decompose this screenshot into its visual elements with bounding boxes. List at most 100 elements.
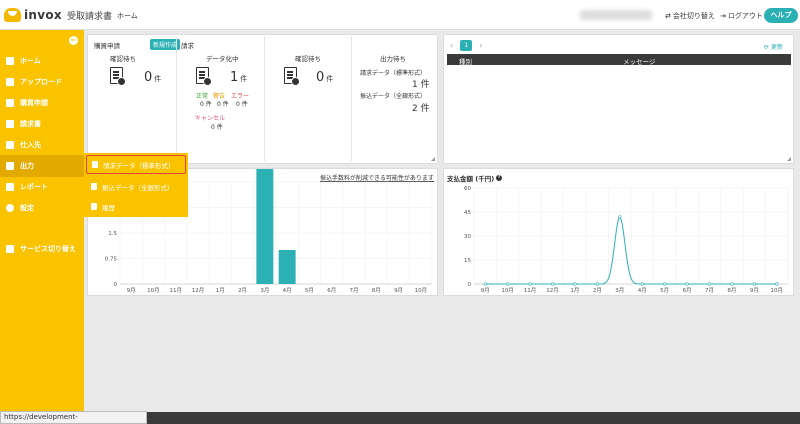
chart-icon bbox=[6, 183, 14, 191]
transfer-data-count[interactable]: 2 件 bbox=[412, 101, 430, 114]
sidebar-item-label: ホーム bbox=[20, 57, 41, 65]
switch-company-button[interactable]: ⇄ 会社切り替え bbox=[665, 11, 715, 21]
page-1-button[interactable]: 1 bbox=[460, 40, 473, 51]
sidebar-item-export[interactable]: 出力 bbox=[0, 155, 84, 177]
column-type-header: 種別 bbox=[459, 58, 472, 66]
flyout-item-label: 履歴 bbox=[102, 203, 115, 212]
x-tick-label: 5月 bbox=[305, 287, 314, 294]
sidebar-item-settings[interactable]: 設定 bbox=[0, 197, 84, 219]
flyout-item-transfer-data[interactable]: 振込データ（全銀形式） bbox=[86, 177, 186, 196]
pending-approval-2-count[interactable]: 0件 bbox=[316, 70, 333, 85]
payment-amount-chart-panel: 支払金額 (千円) ? 0 15 30 45 60 9月 10月 11月 12月 1月 2月 3月 4月… bbox=[443, 168, 794, 296]
document-icon bbox=[6, 99, 14, 107]
pagination: ‹ 1 › bbox=[450, 40, 482, 51]
pending-approval-label: 確認待ち bbox=[110, 55, 136, 63]
sidebar-item-label: レポート bbox=[20, 183, 48, 191]
help-button[interactable]: ヘルプ bbox=[764, 8, 798, 23]
switch-company-icon: ⇄ bbox=[665, 12, 671, 20]
data-point bbox=[483, 282, 487, 286]
sidebar-item-invoices[interactable]: 請求書 bbox=[0, 113, 84, 135]
cloud-upload-icon bbox=[6, 78, 14, 86]
sidebar-item-upload[interactable]: アップロード bbox=[0, 71, 84, 93]
export-icon bbox=[6, 162, 14, 170]
x-tick-label: 9月 bbox=[127, 287, 136, 294]
cancel-label: キャンセル bbox=[195, 115, 226, 122]
y-tick-label: 15 bbox=[464, 258, 471, 264]
x-tick-label: 1月 bbox=[216, 287, 225, 294]
data-entry-document-icon bbox=[196, 67, 212, 86]
resize-handle[interactable] bbox=[431, 157, 435, 161]
x-tick-label: 10月 bbox=[771, 287, 784, 294]
x-tick-label: 12月 bbox=[192, 287, 205, 294]
pending-2-document-icon bbox=[284, 67, 300, 86]
x-tick-label: 10月 bbox=[415, 287, 428, 294]
bar bbox=[256, 169, 274, 284]
x-tick-label: 6月 bbox=[327, 287, 336, 294]
messages-table-header: 種別 メッセージ bbox=[447, 54, 791, 66]
sidebar-item-label: 仕入先 bbox=[20, 141, 41, 149]
purchase-title: 購買申請 bbox=[94, 42, 120, 50]
export-flyout-menu: 請求データ（標準形式） 振込データ（全銀形式） 履歴 bbox=[84, 153, 188, 217]
transfer-data-label: 振込データ（全銀形式） bbox=[360, 93, 427, 100]
x-tick-label: 3月 bbox=[615, 287, 624, 294]
y-tick-label: 30 bbox=[464, 234, 471, 240]
y-tick-label: 0.75 bbox=[105, 257, 118, 263]
app-logo[interactable]: invox 受取請求書 bbox=[4, 7, 112, 23]
bar bbox=[278, 250, 296, 284]
refresh-icon: ⟳ bbox=[764, 44, 770, 51]
x-tick-label: 5月 bbox=[660, 287, 669, 294]
data-point bbox=[573, 282, 577, 286]
x-tick-label: 7月 bbox=[705, 287, 714, 294]
flyout-item-label: 請求データ（標準形式） bbox=[103, 161, 175, 170]
invoice-data-label: 請求データ（標準形式） bbox=[360, 70, 427, 77]
collapse-sidebar-icon[interactable]: ⇐ bbox=[69, 36, 78, 45]
divider bbox=[264, 37, 265, 161]
sidebar-item-label: 出力 bbox=[20, 162, 34, 170]
sidebar-item-label: 請求書 bbox=[20, 120, 41, 128]
data-point bbox=[640, 282, 644, 286]
sidebar-item-reports[interactable]: レポート bbox=[0, 176, 84, 198]
data-point bbox=[775, 282, 779, 286]
next-page-button[interactable]: › bbox=[479, 41, 482, 50]
flyout-item-history[interactable]: 履歴 bbox=[86, 197, 186, 216]
sidebar-item-label: サービス切り替え bbox=[20, 245, 76, 253]
flyout-item-invoice-data[interactable]: 請求データ（標準形式） bbox=[86, 155, 186, 174]
pending-approval-count[interactable]: 0件 bbox=[144, 70, 161, 85]
logo-subtitle: 受取請求書 bbox=[66, 11, 112, 22]
error-count[interactable]: 0 件 bbox=[236, 99, 248, 108]
data-point bbox=[528, 282, 532, 286]
data-point bbox=[595, 282, 599, 286]
data-entry-count[interactable]: 1件 bbox=[230, 70, 247, 85]
x-tick-label: 11月 bbox=[169, 287, 182, 294]
cancel-count[interactable]: 0 件 bbox=[211, 122, 223, 131]
x-tick-label: 1月 bbox=[570, 287, 579, 294]
building-icon bbox=[6, 141, 14, 149]
x-tick-label: 9月 bbox=[750, 287, 759, 294]
sidebar-item-purchase[interactable]: 購買申請 bbox=[0, 92, 84, 114]
x-tick-label: 4月 bbox=[283, 287, 292, 294]
x-tick-label: 2月 bbox=[593, 287, 602, 294]
sidebar-item-switch-service[interactable]: サービス切り替え bbox=[0, 238, 84, 260]
normal-count[interactable]: 0 件 bbox=[200, 99, 212, 108]
nav-home-link[interactable]: ホーム bbox=[117, 11, 138, 21]
summary-panel: 購買申請 新規作成 請求 確認待ち 0件 データ化中 1件 正常 警告 エラー … bbox=[87, 34, 438, 164]
divider bbox=[176, 37, 177, 161]
x-tick-label: 10月 bbox=[501, 287, 514, 294]
warning-count[interactable]: 0 件 bbox=[217, 99, 229, 108]
resize-handle[interactable] bbox=[787, 157, 791, 161]
refresh-button[interactable]: ⟳ 更新 bbox=[764, 42, 783, 51]
sidebar: ⇐ ホーム アップロード 購買申請 請求書 仕入先 出力 レポート 設定 サービ… bbox=[0, 30, 84, 412]
document-icon bbox=[92, 161, 98, 168]
data-entry-label: データ化中 bbox=[206, 55, 239, 63]
sidebar-item-suppliers[interactable]: 仕入先 bbox=[0, 134, 84, 156]
swap-icon bbox=[6, 245, 14, 253]
refresh-label: 更新 bbox=[770, 44, 783, 51]
browser-frame: invox 受取請求書 ホーム ⇄ 会社切り替え ⇥ ログアウト ヘルプ ⇐ ホ… bbox=[0, 0, 800, 424]
logout-button[interactable]: ⇥ ログアウト bbox=[720, 11, 763, 21]
sidebar-item-home[interactable]: ホーム bbox=[0, 50, 84, 72]
prev-page-button[interactable]: ‹ bbox=[450, 41, 453, 50]
invoice-data-count[interactable]: 1 件 bbox=[412, 77, 430, 90]
logo-icon bbox=[4, 8, 21, 22]
x-tick-label: 6月 bbox=[683, 287, 692, 294]
invoice-title: 請求 bbox=[181, 42, 194, 50]
